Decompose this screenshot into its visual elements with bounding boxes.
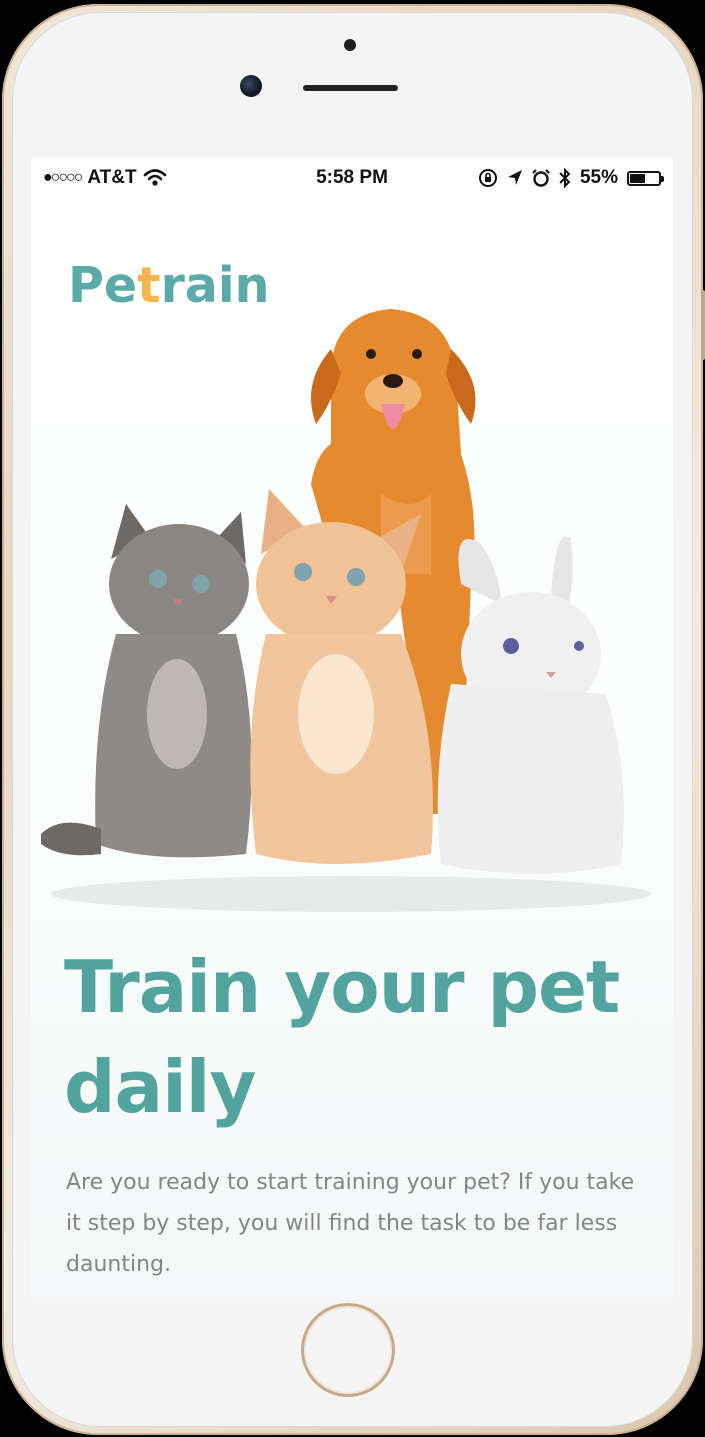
description-text: Are you ready to start training your pet… bbox=[66, 1170, 635, 1277]
battery-percent: 55% bbox=[579, 167, 618, 188]
orange-kitten-illustration bbox=[250, 489, 433, 864]
front-camera-icon bbox=[240, 75, 262, 97]
home-button[interactable] bbox=[301, 1303, 395, 1397]
location-icon bbox=[507, 170, 522, 185]
headline: Train your pet daily bbox=[64, 945, 620, 1129]
proximity-sensor bbox=[344, 39, 356, 51]
status-right: 55% bbox=[478, 167, 664, 189]
battery-icon bbox=[627, 170, 664, 186]
status-bar: ●○○○○ AT&T 5:58 PM 55% bbox=[31, 159, 673, 199]
side-button bbox=[701, 290, 705, 360]
app-screen: ●○○○○ AT&T 5:58 PM 55% Petrain Train you… bbox=[31, 159, 673, 1297]
orientation-lock-icon bbox=[478, 169, 497, 187]
earpiece-speaker bbox=[303, 85, 398, 91]
gray-kitten-illustration bbox=[41, 504, 252, 858]
alarm-icon bbox=[532, 169, 550, 187]
bluetooth-icon bbox=[559, 168, 571, 188]
pets-hero-image bbox=[41, 309, 651, 912]
onboarding-content: Petrain Train your pet daily Are you rea… bbox=[31, 199, 673, 1297]
battery-level bbox=[630, 173, 646, 183]
